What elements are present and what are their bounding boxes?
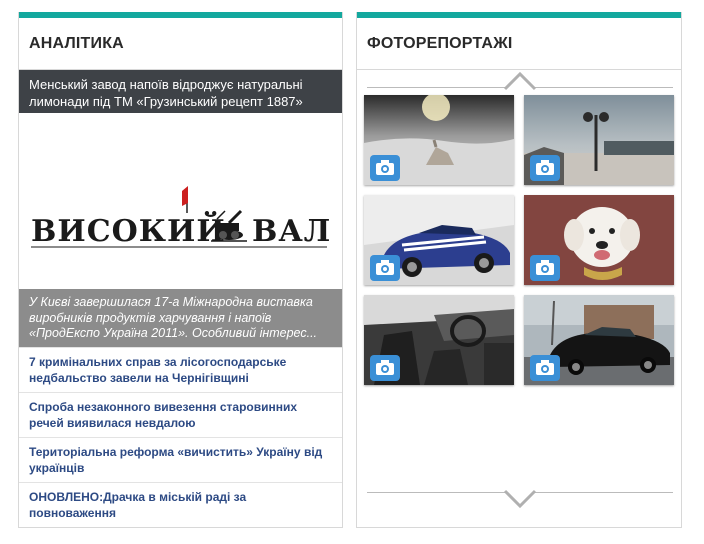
visokiy-val-logo: ВИСОКИЙ ВАЛ	[31, 186, 331, 249]
camera-icon	[530, 155, 560, 181]
photo-thumbnail-6[interactable]	[524, 295, 674, 385]
photo-reports-panel: ФОТОРЕПОРТАЖІ	[356, 12, 682, 528]
news-link-2[interactable]: Спроба незаконного вивезення старовинних…	[19, 392, 342, 437]
photo-thumbnail-4[interactable]	[524, 195, 674, 285]
news-link-3[interactable]: Територіальна реформа «вичистить» Україн…	[19, 437, 342, 482]
camera-icon	[530, 255, 560, 281]
camera-icon	[370, 355, 400, 381]
chevron-up-icon[interactable]	[502, 70, 538, 92]
camera-icon	[370, 155, 400, 181]
logo-word-left: ВИСОКИЙ	[31, 211, 226, 249]
featured-article-caption[interactable]: У Києві завершилася 17-а Міжнародна вист…	[19, 289, 342, 347]
news-link-1[interactable]: 7 кримінальних справ за лісогосподарське…	[19, 347, 342, 392]
carousel-divider	[535, 492, 673, 493]
photo-thumbnail-1[interactable]	[364, 95, 514, 185]
analytics-panel: АНАЛІТИКА Менський завод напоїв відроджу…	[18, 12, 343, 528]
carousel-divider	[367, 87, 505, 88]
carousel-divider	[535, 87, 673, 88]
chevron-down-icon[interactable]	[502, 488, 538, 510]
photo-thumbnail-3[interactable]	[364, 195, 514, 285]
photo-thumbnail-2[interactable]	[524, 95, 674, 185]
lead-article-image[interactable]: ВИСОКИЙ ВАЛ	[19, 113, 342, 289]
photo-thumbnail-5[interactable]	[364, 295, 514, 385]
photo-reports-title: ФОТОРЕПОРТАЖІ	[357, 18, 681, 70]
analytics-title: АНАЛІТИКА	[19, 18, 342, 70]
news-link-4[interactable]: ОНОВЛЕНО:Драчка в міській раді за повнов…	[19, 482, 342, 520]
logo-word-right: ВАЛ	[252, 214, 331, 249]
camera-icon	[370, 255, 400, 281]
lead-article-caption[interactable]: Менський завод напоїв відроджує натураль…	[19, 70, 342, 113]
carousel-divider	[367, 492, 505, 493]
camera-icon	[530, 355, 560, 381]
